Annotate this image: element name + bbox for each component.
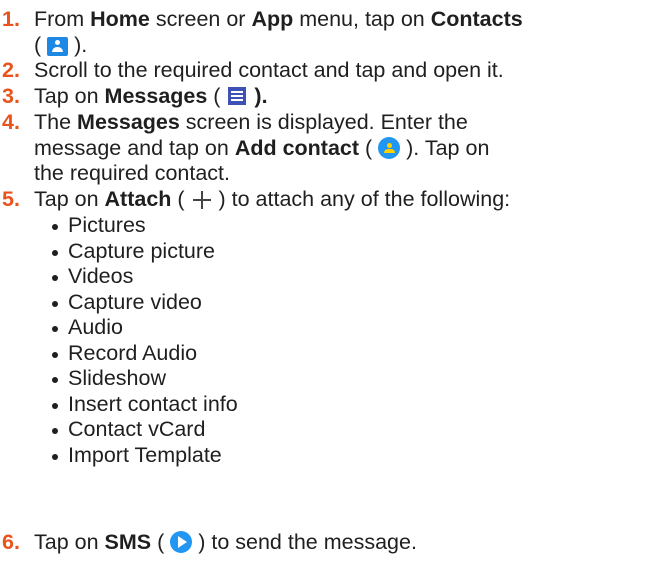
text-run: ). bbox=[248, 84, 268, 108]
contacts-icon bbox=[47, 36, 69, 56]
text-run: ( bbox=[359, 135, 379, 160]
text-run: From bbox=[34, 7, 91, 31]
text-run: The bbox=[34, 110, 78, 134]
step-text: Tap on Messages ( ). bbox=[34, 84, 644, 110]
step-number: 2. bbox=[2, 58, 20, 82]
text-run: ). bbox=[68, 32, 88, 57]
step-text: Scroll to the required contact and tap a… bbox=[34, 58, 644, 84]
text-run: ) to attach any of the following: bbox=[212, 187, 511, 211]
step-text: From Home screen or App menu, tap on Con… bbox=[34, 7, 644, 58]
text-run: ( bbox=[34, 32, 48, 57]
messages-term: Messages bbox=[77, 110, 180, 134]
step-line: the required contact. bbox=[34, 161, 231, 185]
text-run: menu, tap on bbox=[293, 7, 431, 31]
messages-term: Messages bbox=[104, 84, 208, 108]
text-run: Tap on bbox=[34, 187, 105, 211]
step-number: 6. bbox=[2, 530, 20, 554]
attach-term: Attach bbox=[104, 187, 172, 211]
step-number: 3. bbox=[2, 84, 20, 108]
list-item: Insert contact info bbox=[52, 392, 652, 418]
text-run: screen or bbox=[149, 7, 252, 31]
text-run: Tap on bbox=[34, 84, 105, 108]
step-line: Tap on Attach ( ) to attach any of the f… bbox=[34, 187, 644, 213]
add-contact-icon bbox=[378, 136, 401, 159]
app-term: App bbox=[251, 7, 294, 31]
step-line: ( ). bbox=[34, 33, 644, 59]
sms-term: SMS bbox=[104, 530, 152, 554]
step-number: 4. bbox=[2, 110, 20, 134]
add-contact-term: Add contact bbox=[234, 135, 360, 160]
list-item: Pictures bbox=[52, 213, 652, 239]
step-text: The Messages screen is displayed. Enter … bbox=[34, 110, 644, 187]
list-item: Videos bbox=[52, 264, 652, 290]
text-run: ( bbox=[171, 187, 191, 211]
list-item: Capture picture bbox=[52, 239, 652, 265]
step-line: From Home screen or App menu, tap on Con… bbox=[34, 7, 644, 33]
text-run: ) to send the message. bbox=[192, 530, 417, 554]
list-item: Audio bbox=[52, 315, 652, 341]
step-line: The Messages screen is displayed. Enter … bbox=[34, 110, 644, 136]
step-line: message and tap on Add contact ( ). Tap … bbox=[34, 136, 644, 162]
step-text: Tap on Attach ( ) to attach any of the f… bbox=[34, 187, 644, 213]
text-run: message and tap on bbox=[34, 135, 235, 160]
list-item: Contact vCard bbox=[52, 417, 652, 443]
messages-icon bbox=[228, 87, 247, 105]
step-text: Tap on SMS ( ) to send the message. bbox=[34, 530, 644, 556]
contacts-term: Contacts bbox=[430, 7, 523, 31]
list-item: Slideshow bbox=[52, 366, 652, 392]
step-line: Tap on Messages ( ). bbox=[34, 84, 644, 110]
attachment-options-list: Pictures Capture picture Videos Capture … bbox=[52, 213, 652, 468]
text-run: ). Tap on bbox=[400, 135, 490, 160]
text-run: ( bbox=[151, 530, 171, 554]
send-icon bbox=[170, 531, 193, 553]
step-number: 1. bbox=[2, 7, 20, 31]
step-line: Tap on SMS ( ) to send the message. bbox=[34, 530, 644, 556]
instructions-document: 1. From Home screen or App menu, tap on … bbox=[0, 0, 656, 566]
list-item: Record Audio bbox=[52, 341, 652, 367]
list-item: Capture video bbox=[52, 290, 652, 316]
list-item: Import Template bbox=[52, 443, 652, 469]
text-run: ( bbox=[207, 84, 227, 108]
plus-icon bbox=[192, 191, 211, 209]
text-run: screen is displayed. Enter the bbox=[179, 110, 468, 134]
text-run: Tap on bbox=[34, 530, 105, 554]
step-line: Scroll to the required contact and tap a… bbox=[34, 58, 504, 82]
home-term: Home bbox=[90, 7, 150, 31]
step-number: 5. bbox=[2, 187, 20, 211]
